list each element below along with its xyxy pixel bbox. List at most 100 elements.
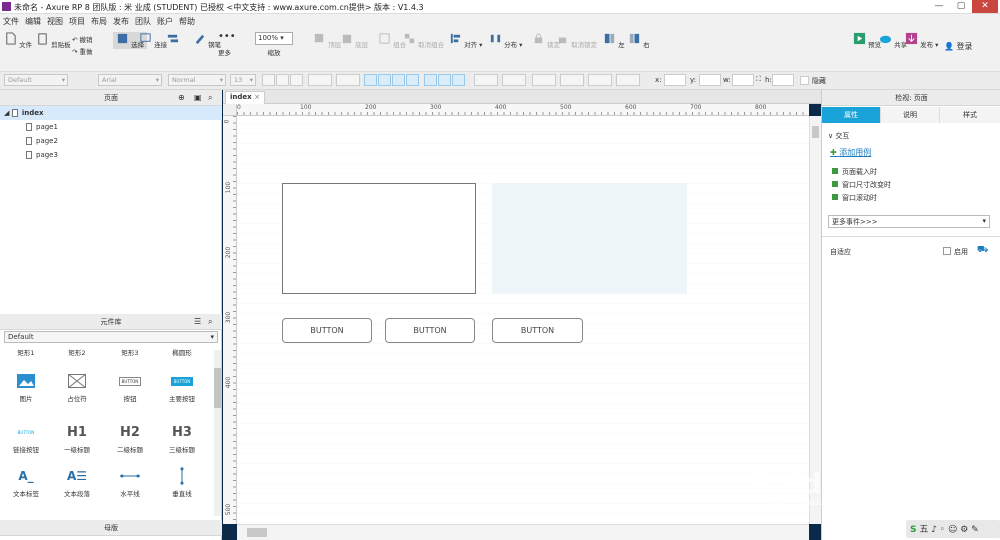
- tab-index[interactable]: index ×: [225, 91, 265, 104]
- canvas-button-2[interactable]: BUTTON: [385, 318, 475, 343]
- shadow-button[interactable]: [502, 74, 526, 86]
- interaction-section[interactable]: ∨ 交互: [828, 131, 849, 141]
- event-window-resize[interactable]: 窗口尺寸改变时: [832, 180, 891, 190]
- tab-properties[interactable]: 属性: [822, 107, 881, 123]
- menu-icon[interactable]: ☰: [194, 314, 201, 330]
- font-weight-select[interactable]: Normal: [168, 74, 226, 86]
- page-tree-index[interactable]: ◢ index: [0, 106, 222, 120]
- unlock-button[interactable]: 取消锁定: [556, 32, 597, 49]
- add-page-icon[interactable]: ⊕: [178, 90, 185, 106]
- italic-button[interactable]: [276, 74, 289, 86]
- publish-button[interactable]: 发布 ▾: [905, 32, 938, 49]
- lib-text-label[interactable]: A_ 文本标签: [6, 468, 46, 498]
- redo-button[interactable]: ↷ 重做: [72, 46, 93, 56]
- lib-link-button[interactable]: BUTTON 链接按钮: [6, 424, 46, 455]
- menu-help[interactable]: 帮助: [176, 14, 198, 27]
- y-input[interactable]: [699, 74, 721, 86]
- library-scrollbar[interactable]: [214, 350, 221, 516]
- hidden-checkbox[interactable]: [800, 76, 809, 85]
- connector-tool[interactable]: [166, 32, 179, 49]
- close-window-button[interactable]: ✕: [972, 0, 998, 13]
- canvas-button-1[interactable]: BUTTON: [282, 318, 372, 343]
- lib-vertical-line[interactable]: 垂直线: [162, 467, 202, 498]
- lock-ratio-icon[interactable]: ⛶: [756, 75, 761, 84]
- left-button[interactable]: 左: [603, 32, 625, 49]
- bold-button[interactable]: [262, 74, 275, 86]
- lib-text-paragraph[interactable]: A☰ 文本段落: [57, 468, 97, 498]
- minimize-button[interactable]: —: [928, 0, 950, 13]
- page-tree-page3[interactable]: page3: [0, 148, 222, 162]
- bring-to-top-button[interactable]: 顶层: [313, 32, 341, 49]
- underline-button[interactable]: [290, 74, 303, 86]
- distribute-button[interactable]: 分布 ▾: [489, 32, 522, 49]
- lib-h2[interactable]: H2 二级标题: [110, 424, 150, 455]
- page-tree-page2[interactable]: page2: [0, 134, 222, 148]
- preview-button[interactable]: 预览: [853, 32, 881, 49]
- rectangle-widget[interactable]: [282, 183, 476, 294]
- align-button[interactable]: 对齐 ▾: [449, 32, 482, 49]
- font-select[interactable]: Arial: [98, 74, 162, 86]
- group-button[interactable]: 组合: [378, 32, 406, 49]
- lib-h3[interactable]: H3 三级标题: [162, 424, 202, 455]
- library-search-icon[interactable]: ⌕: [208, 314, 212, 330]
- lib-horizontal-line[interactable]: 水平线: [110, 468, 150, 498]
- menu-edit[interactable]: 编辑: [22, 14, 44, 27]
- align-left-text-button[interactable]: [364, 74, 377, 86]
- lib-placeholder[interactable]: 占位符: [57, 373, 97, 403]
- login-button[interactable]: 👤 登录: [944, 41, 973, 52]
- align-right-text-button[interactable]: [392, 74, 405, 86]
- event-page-load[interactable]: 页面载入时: [832, 167, 877, 177]
- width-input[interactable]: [732, 74, 754, 86]
- ungroup-button[interactable]: 取消组合: [403, 32, 444, 49]
- lib-h1[interactable]: H1 一级标题: [57, 424, 97, 455]
- more-events-select[interactable]: 更多事件>>> ▾: [828, 215, 990, 228]
- style-select[interactable]: Default: [4, 74, 68, 86]
- scroll-thumb[interactable]: [812, 126, 819, 138]
- zoom-select[interactable]: 100% ▾: [255, 32, 293, 45]
- bullet-button[interactable]: [336, 74, 360, 86]
- connect-tool[interactable]: 连接: [139, 32, 167, 49]
- tab-close-icon[interactable]: ×: [254, 93, 260, 101]
- filled-rectangle-widget[interactable]: [492, 183, 687, 294]
- lib-ellipse[interactable]: 椭圆形: [162, 347, 202, 357]
- maximize-button[interactable]: ▢: [950, 0, 972, 13]
- right-button[interactable]: 右: [628, 32, 650, 49]
- event-window-scroll[interactable]: 窗口滚动时: [832, 193, 877, 203]
- menu-file[interactable]: 文件: [0, 14, 22, 27]
- canvas-button-3[interactable]: BUTTON: [492, 318, 583, 343]
- font-size-select[interactable]: 13: [230, 74, 256, 86]
- lib-primary-button[interactable]: BUTTON 主要按钮: [162, 373, 202, 403]
- enable-adaptive-checkbox[interactable]: [943, 247, 951, 255]
- more-tool[interactable]: ••• 更多: [218, 32, 236, 58]
- send-to-bottom-button[interactable]: 底层: [340, 32, 368, 49]
- menu-view[interactable]: 视图: [44, 14, 66, 27]
- line-style-button[interactable]: [588, 74, 612, 86]
- tab-style[interactable]: 样式: [940, 107, 1000, 123]
- search-icon[interactable]: ⌕: [208, 90, 212, 106]
- add-folder-icon[interactable]: ▣: [194, 90, 202, 106]
- zoom-control[interactable]: 100% ▾ 缩放: [255, 32, 293, 57]
- adaptive-settings-icon[interactable]: ⛟: [977, 245, 988, 256]
- undo-button[interactable]: ↶ 撤销: [72, 34, 93, 44]
- arrow-style-button[interactable]: [616, 74, 640, 86]
- page-tree-page1[interactable]: page1: [0, 120, 222, 134]
- align-middle-text-button[interactable]: [438, 74, 451, 86]
- clipboard-tool[interactable]: 剪贴板: [36, 32, 71, 49]
- design-canvas[interactable]: BUTTON BUTTON BUTTON: [237, 116, 809, 524]
- system-tray[interactable]: S 五 ♪ ◦ ☺ ⚙ ✎: [906, 520, 1000, 538]
- lib-image[interactable]: 图片: [6, 373, 46, 403]
- line-color-button[interactable]: [532, 74, 556, 86]
- menu-project[interactable]: 项目: [66, 14, 88, 27]
- height-input[interactable]: [772, 74, 794, 86]
- line-width-button[interactable]: [560, 74, 584, 86]
- canvas-horizontal-scrollbar[interactable]: [237, 524, 809, 540]
- menu-layout[interactable]: 布局: [88, 14, 110, 27]
- fill-color-button[interactable]: [474, 74, 498, 86]
- menu-account[interactable]: 账户: [154, 14, 176, 27]
- align-bottom-text-button[interactable]: [452, 74, 465, 86]
- add-case-link[interactable]: ✚ 添加用例: [830, 147, 871, 158]
- pen-tool[interactable]: 钢笔: [193, 32, 221, 49]
- lib-rect1[interactable]: 矩形1: [6, 347, 46, 357]
- align-center-text-button[interactable]: [378, 74, 391, 86]
- library-select[interactable]: Default ▾: [4, 331, 218, 343]
